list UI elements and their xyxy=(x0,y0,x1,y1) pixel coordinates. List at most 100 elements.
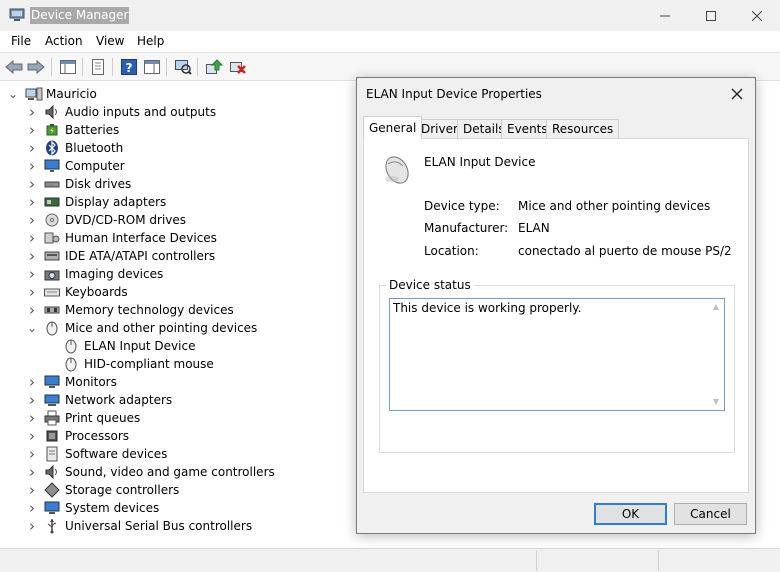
tree-category[interactable]: › Network adapters xyxy=(27,391,367,409)
tree-item-label: Computer xyxy=(65,159,125,173)
menu-view[interactable]: View xyxy=(96,34,124,48)
chevron-right-icon[interactable]: › xyxy=(27,103,37,121)
mouse-icon xyxy=(378,153,414,189)
tree-item-label: Memory technology devices xyxy=(65,303,234,317)
tree-category[interactable]: › Keyboards xyxy=(27,283,367,301)
chevron-right-icon[interactable]: › xyxy=(27,283,37,301)
tree-item-label: Bluetooth xyxy=(65,141,124,155)
tree-category[interactable]: › DVD/CD-ROM drives xyxy=(27,211,367,229)
computer-icon xyxy=(44,158,60,174)
svg-text:?: ? xyxy=(126,61,133,75)
chevron-right-icon[interactable]: › xyxy=(27,265,37,283)
chevron-right-icon[interactable]: › xyxy=(27,157,37,175)
status-bar xyxy=(0,548,780,572)
menu-help[interactable]: Help xyxy=(137,34,164,48)
menu-action[interactable]: Action xyxy=(45,34,83,48)
chevron-right-icon[interactable]: › xyxy=(27,427,37,445)
device-type-value: Mice and other pointing devices xyxy=(518,199,711,213)
menu-file[interactable]: File xyxy=(11,34,31,48)
tree-item-label: Print queues xyxy=(65,411,141,425)
action-pane-icon[interactable] xyxy=(142,57,162,77)
device-status-title: Device status xyxy=(386,278,474,292)
forward-icon[interactable] xyxy=(26,57,46,77)
back-icon[interactable] xyxy=(4,57,24,77)
software-device-icon xyxy=(44,446,60,462)
tree-category[interactable]: › Universal Serial Bus controllers xyxy=(27,517,367,535)
chevron-down-icon[interactable]: ⌄ xyxy=(27,319,37,337)
tree-category[interactable]: › Storage controllers xyxy=(27,481,367,499)
uninstall-device-icon[interactable] xyxy=(228,57,248,77)
monitor-icon xyxy=(44,374,60,390)
minimize-button[interactable] xyxy=(642,0,688,31)
speaker-icon xyxy=(44,464,60,480)
tree-category[interactable]: › Disk drives xyxy=(27,175,367,193)
scroll-up-icon[interactable]: ▲ xyxy=(708,299,724,315)
show-hide-console-tree-icon[interactable] xyxy=(58,57,78,77)
chevron-right-icon[interactable]: › xyxy=(27,373,37,391)
maximize-button[interactable] xyxy=(688,0,734,31)
manufacturer-value: ELAN xyxy=(518,221,550,235)
chevron-right-icon[interactable]: › xyxy=(27,481,37,499)
tab-general[interactable]: General xyxy=(363,116,423,139)
tree-category[interactable]: › Memory technology devices xyxy=(27,301,367,319)
tree-category[interactable]: › Batteries xyxy=(27,121,367,139)
chevron-right-icon[interactable]: › xyxy=(27,463,37,481)
status-divider xyxy=(536,551,537,571)
usb-icon xyxy=(44,518,60,534)
tree-device-item[interactable]: ELAN Input Device xyxy=(46,337,386,355)
chevron-right-icon[interactable]: › xyxy=(27,247,37,265)
device-status-textbox[interactable]: This device is working properly. ▲ ▼ xyxy=(389,298,725,411)
toolbar-separator xyxy=(197,58,198,76)
device-status-text: This device is working properly. xyxy=(393,301,582,315)
dialog-close-button[interactable] xyxy=(727,84,747,104)
tree-category[interactable]: › Display adapters xyxy=(27,193,367,211)
tree-category[interactable]: › Imaging devices xyxy=(27,265,367,283)
status-scrollbar[interactable]: ▲ ▼ xyxy=(708,299,724,410)
tree-category[interactable]: › Print queues xyxy=(27,409,367,427)
tree-category[interactable]: › Computer xyxy=(27,157,367,175)
printer-icon xyxy=(44,410,60,426)
chevron-right-icon[interactable]: › xyxy=(27,517,37,535)
chevron-right-icon[interactable]: › xyxy=(27,391,37,409)
tree-category[interactable]: › Bluetooth xyxy=(27,139,367,157)
chevron-right-icon[interactable]: › xyxy=(27,211,37,229)
close-button[interactable] xyxy=(734,0,780,31)
ok-button[interactable]: OK xyxy=(594,503,667,525)
tree-root[interactable]: ⌄ Mauricio xyxy=(8,85,308,103)
chevron-right-icon[interactable]: › xyxy=(27,229,37,247)
chevron-right-icon[interactable]: › xyxy=(27,175,37,193)
tree-category[interactable]: › Processors xyxy=(27,427,367,445)
tab-resources[interactable]: Resources xyxy=(546,119,620,139)
tree-category[interactable]: › IDE ATA/ATAPI controllers xyxy=(27,247,367,265)
tree-item-label: Monitors xyxy=(65,375,117,389)
scan-hardware-icon[interactable] xyxy=(173,57,193,77)
tree-item-label: Display adapters xyxy=(65,195,167,209)
cancel-button[interactable]: Cancel xyxy=(674,503,747,525)
properties-icon[interactable] xyxy=(88,57,108,77)
chevron-right-icon[interactable]: › xyxy=(27,139,37,157)
tree-category[interactable]: › Software devices xyxy=(27,445,367,463)
dialog-title: ELAN Input Device Properties xyxy=(366,87,542,101)
chevron-right-icon[interactable]: › xyxy=(27,301,37,319)
tree-category[interactable]: › Audio inputs and outputs xyxy=(27,103,367,121)
tree-category[interactable]: › Human Interface Devices xyxy=(27,229,367,247)
chevron-right-icon[interactable]: › xyxy=(27,445,37,463)
dvd-drive-icon xyxy=(44,212,60,228)
scroll-down-icon[interactable]: ▼ xyxy=(708,394,724,410)
chevron-right-icon[interactable]: › xyxy=(27,121,37,139)
tree-device-item[interactable]: HID-compliant mouse xyxy=(46,355,386,373)
tree-category[interactable]: › Sound, video and game controllers xyxy=(27,463,367,481)
chevron-down-icon[interactable]: ⌄ xyxy=(8,85,18,103)
tree-category[interactable]: › System devices xyxy=(27,499,367,517)
help-icon[interactable]: ? xyxy=(119,57,139,77)
chevron-right-icon[interactable]: › xyxy=(27,409,37,427)
mouse-icon xyxy=(63,338,79,354)
tree-category[interactable]: › Monitors xyxy=(27,373,367,391)
tree-category[interactable]: ⌄ Mice and other pointing devices xyxy=(27,319,367,337)
chevron-right-icon[interactable]: › xyxy=(27,193,37,211)
tree-item-label: Processors xyxy=(65,429,130,443)
update-driver-icon[interactable] xyxy=(204,57,224,77)
chevron-right-icon[interactable]: › xyxy=(27,499,37,517)
tree-item-label: IDE ATA/ATAPI controllers xyxy=(65,249,216,263)
computer-icon xyxy=(25,86,43,102)
